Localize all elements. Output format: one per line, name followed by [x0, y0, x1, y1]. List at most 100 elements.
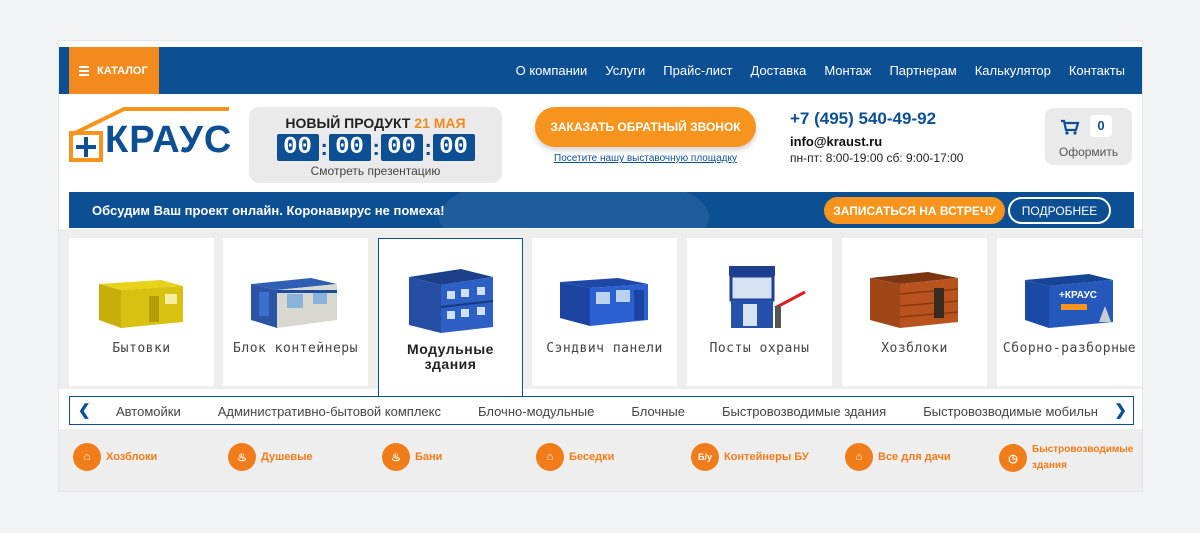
timer-separator: :	[320, 134, 328, 160]
used-icon: Б/у	[691, 443, 719, 471]
phone-number[interactable]: +7 (495) 540-49-92	[790, 109, 936, 129]
chevron-left-icon[interactable]: ❮	[78, 401, 91, 419]
shed-image	[870, 272, 959, 328]
category-card-block-containers[interactable]: Блок контейнеры	[223, 238, 368, 386]
presentation-link[interactable]: Смотреть презентацию	[249, 164, 502, 178]
category-label: Хозблоки	[881, 341, 948, 356]
category-card-cabins[interactable]: Бытовки	[69, 238, 214, 386]
more-info-button[interactable]: ПОДРОБНЕЕ	[1008, 197, 1111, 224]
subcategory-link[interactable]: Автомойки	[116, 404, 181, 419]
callback-button[interactable]: ЗАКАЗАТЬ ОБРАТНЫЙ ЗВОНОК	[535, 107, 756, 147]
category-label: Модульные здания	[407, 341, 494, 372]
category-label: Блок контейнеры	[233, 341, 358, 356]
promo-date: 21 МАЯ	[414, 115, 466, 131]
quick-link-label: Все для дачи	[878, 451, 951, 463]
quick-links-bar: ⌂ Хозблоки ♨ Душевые ♨ Бани ⌂ Беседки Б/…	[59, 429, 1142, 491]
gazebo-icon: ⌂	[536, 443, 564, 471]
nav-link-contacts[interactable]: Контакты	[1069, 63, 1125, 78]
nav-link-installation[interactable]: Монтаж	[824, 63, 871, 78]
category-label: Сборно-разборные	[1002, 341, 1137, 356]
category-card-sandwich-panels[interactable]: Сэндвич панели	[532, 238, 677, 386]
timer-minutes: 00	[380, 134, 423, 161]
sauna-icon: ♨	[382, 443, 410, 471]
promo-title-text: НОВЫЙ ПРОДУКТ	[285, 115, 411, 131]
quick-link-garden[interactable]: ⌂ Все для дачи	[845, 443, 951, 471]
checkout-label: Оформить	[1058, 145, 1119, 159]
category-label: Посты охраны	[709, 341, 810, 356]
nav-link-about[interactable]: О компании	[516, 63, 588, 78]
cart-icon	[1061, 119, 1080, 135]
banner-decoration	[439, 192, 709, 228]
timer-hours: 00	[328, 134, 371, 161]
svg-text:+КРАУС: +КРАУС	[1059, 290, 1097, 301]
quick-link-label: Контейнеры БУ	[724, 451, 809, 463]
block-container-image	[251, 278, 337, 328]
quick-link-saunas[interactable]: ♨ Бани	[382, 443, 442, 471]
shower-icon: ♨	[228, 443, 256, 471]
subcategory-link[interactable]: Блочно-модульные	[478, 404, 594, 419]
page: КАТАЛОГ О компании Услуги Прайс-лист Дос…	[58, 40, 1143, 492]
content-strip	[69, 491, 767, 492]
timer-seconds: 00	[432, 134, 475, 161]
menu-icon	[79, 64, 89, 78]
quick-link-label: Хозблоки	[106, 451, 158, 463]
cart-count-badge: 0	[1090, 115, 1112, 137]
category-card-guard-posts[interactable]: Посты охраны	[687, 238, 832, 386]
guard-post-image	[729, 266, 806, 328]
subcategory-list: Автомойки Административно-бытовой компле…	[116, 404, 1098, 419]
timer-separator: :	[424, 134, 432, 160]
category-label: Сэндвич панели	[546, 341, 663, 356]
quick-link-used-containers[interactable]: Б/у Контейнеры БУ	[691, 443, 809, 471]
chevron-right-icon[interactable]: ❯	[1110, 401, 1127, 419]
book-meeting-button[interactable]: ЗАПИСАТЬСЯ НА ВСТРЕЧУ	[824, 197, 1005, 224]
content-strip-accent	[769, 491, 863, 492]
banner-text: Обсудим Ваш проект онлайн. Коронавирус н…	[92, 203, 445, 218]
category-card-sheds[interactable]: Хозблоки	[842, 238, 987, 386]
sandwich-panel-image	[560, 278, 648, 326]
category-bar: Бытовки Блок контейнеры Модульные здания…	[59, 229, 1142, 396]
quick-link-sheds[interactable]: ⌂ Хозблоки	[73, 443, 157, 471]
nav-link-partners[interactable]: Партнерам	[889, 63, 956, 78]
main-nav: О компании Услуги Прайс-лист Доставка Мо…	[516, 47, 1125, 94]
quick-link-label: Бани	[415, 451, 443, 463]
quick-link-label: Быстровозводимые здания	[1032, 444, 1134, 471]
content-strip	[881, 491, 1134, 492]
shed-icon: ⌂	[73, 443, 101, 471]
cart-widget[interactable]: 0 Оформить	[1045, 108, 1132, 165]
promo-title: НОВЫЙ ПРОДУКТ 21 МАЯ	[249, 115, 502, 131]
timer-days: 00	[276, 134, 319, 161]
subcategory-link[interactable]: Административно-бытовой комплекс	[218, 404, 441, 419]
modular-building-image	[409, 269, 494, 333]
quick-link-gazebos[interactable]: ⌂ Беседки	[536, 443, 614, 471]
top-navbar: КАТАЛОГ О компании Услуги Прайс-лист Дос…	[59, 47, 1142, 94]
quick-link-label: Беседки	[569, 451, 615, 463]
nav-link-delivery[interactable]: Доставка	[751, 63, 807, 78]
subcategory-link[interactable]: Быстровозводимые мобильн	[923, 404, 1098, 419]
email-address[interactable]: info@kraust.ru	[790, 134, 882, 149]
timer-separator: :	[372, 134, 380, 160]
cabin-image	[99, 280, 183, 328]
category-label: Бытовки	[112, 341, 171, 356]
prefab-container-image: +КРАУС	[1025, 274, 1113, 328]
catalog-label: КАТАЛОГ	[97, 64, 148, 77]
site-logo[interactable]: КРАУС	[69, 107, 234, 163]
quick-link-fast-buildings[interactable]: ◷ Быстровозводимые здания	[999, 442, 1142, 474]
catalog-button[interactable]: КАТАЛОГ	[69, 47, 159, 94]
working-hours: пн-пт: 8:00-19:00 сб: 9:00-17:00	[790, 151, 964, 165]
quick-link-label: Душевые	[261, 451, 313, 463]
new-product-promo: НОВЫЙ ПРОДУКТ 21 МАЯ 00 : 00 : 00 : 00 С…	[249, 107, 502, 183]
nav-link-calculator[interactable]: Калькулятор	[975, 63, 1051, 78]
category-card-prefab[interactable]: +КРАУС Сборно-разборные	[997, 238, 1142, 386]
nav-link-services[interactable]: Услуги	[605, 63, 645, 78]
showroom-link[interactable]: Посетите нашу выставочную площадку	[535, 153, 756, 164]
nav-link-pricelist[interactable]: Прайс-лист	[663, 63, 732, 78]
subcategory-slider: ❮ Автомойки Административно-бытовой комп…	[69, 396, 1134, 425]
house-icon: ⌂	[845, 443, 873, 471]
clock-icon: ◷	[999, 444, 1027, 472]
subcategory-link[interactable]: Быстровозводимые здания	[722, 404, 886, 419]
quick-link-showers[interactable]: ♨ Душевые	[228, 443, 313, 471]
online-meeting-banner: Обсудим Ваш проект онлайн. Коронавирус н…	[69, 192, 1134, 228]
logo-text: КРАУС	[105, 119, 233, 161]
subcategory-link[interactable]: Блочные	[631, 404, 685, 419]
category-card-modular-buildings[interactable]: Модульные здания	[378, 238, 523, 396]
